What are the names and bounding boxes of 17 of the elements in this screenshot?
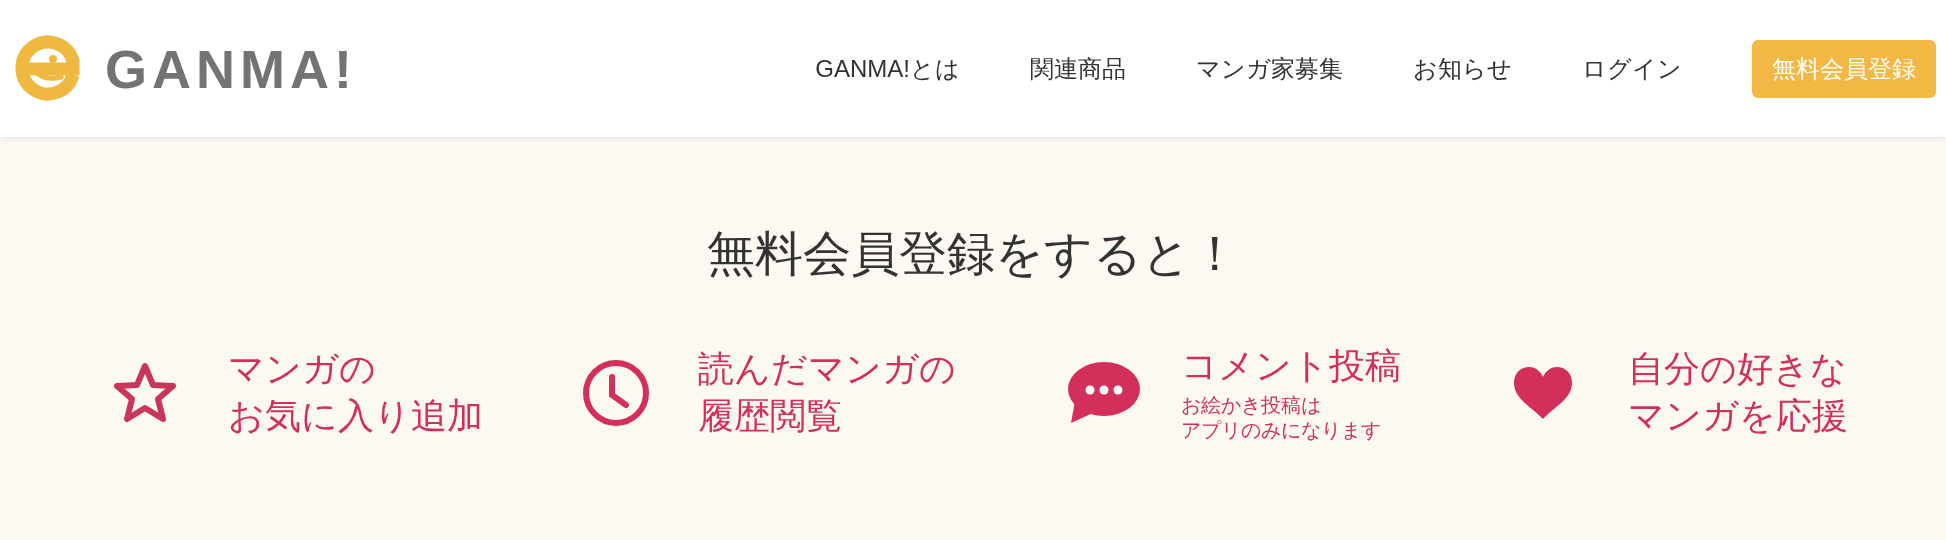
feature-note: お絵かき投稿は アプリのみになります	[1181, 393, 1382, 444]
logo-wordmark[interactable]: GANMA!	[105, 37, 357, 100]
nav-link[interactable]: マンガ家募集	[1196, 52, 1343, 85]
nav-link[interactable]: ログイン	[1582, 52, 1682, 85]
star-icon	[112, 361, 178, 425]
section-heading: 無料会員登録をすると！	[706, 226, 1240, 282]
feature-title: 読んだマンガの 履歴閲覧	[698, 347, 956, 438]
feature-title: 自分の好きな マンガを応援	[1628, 347, 1848, 438]
speech-bubble-icon	[1065, 361, 1141, 425]
nav-link[interactable]: 関連商品	[1030, 52, 1126, 85]
nav-link[interactable]: お知らせ	[1413, 52, 1512, 85]
clock-icon	[582, 359, 650, 427]
feature-title: マンガの お気に入り追加	[228, 347, 483, 438]
logo-icon	[15, 34, 83, 103]
nav-link[interactable]: GANMA!とは	[815, 52, 960, 85]
heart-icon	[1512, 365, 1574, 421]
feature-title: コメント投稿	[1181, 343, 1401, 388]
